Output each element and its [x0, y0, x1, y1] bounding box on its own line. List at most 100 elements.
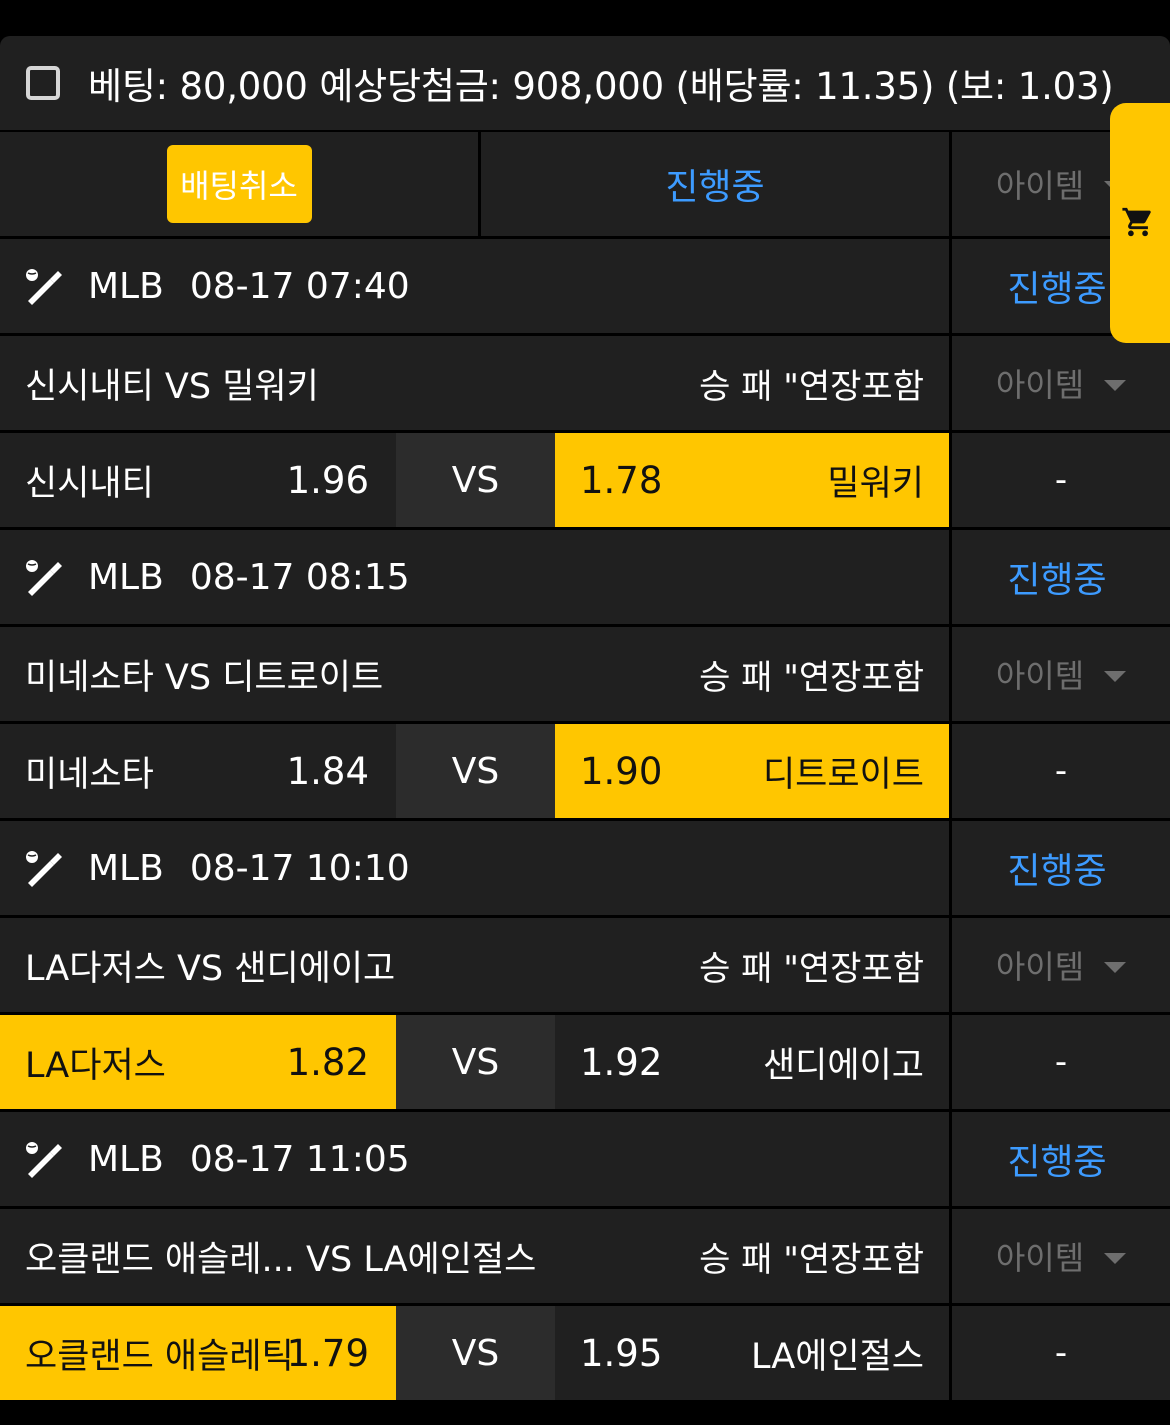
- market-type: 승 패 "연장포함: [699, 366, 924, 407]
- item-select-cell[interactable]: 아이템: [952, 918, 1170, 1012]
- home-odds-value: 1.84: [286, 749, 369, 793]
- item-select-cell[interactable]: 아이템: [952, 1209, 1170, 1303]
- cancel-cell: 배팅취소: [0, 132, 478, 236]
- game-header-row: MLB 08-17 10:10 진행중: [0, 821, 1170, 918]
- vs-label: VS: [396, 1015, 555, 1109]
- item-dropdown[interactable]: 아이템: [995, 360, 1127, 406]
- item-dropdown-label: 아이템: [995, 167, 1085, 205]
- away-team-name: LA에인절스: [750, 1336, 924, 1377]
- market-type: 승 패 "연장포함: [699, 657, 924, 698]
- game-time: 08-17 08:15: [189, 556, 410, 598]
- status-cell: 진행중: [481, 132, 949, 236]
- chevron-down-icon: [1104, 670, 1127, 682]
- game-status-link[interactable]: 진행중: [1007, 1133, 1106, 1185]
- extra-value: -: [1054, 1042, 1068, 1082]
- away-odds-value: 1.95: [580, 1331, 663, 1375]
- match-title: 신시내티 VS 밀워키: [25, 366, 319, 407]
- cart-tab[interactable]: [1110, 103, 1170, 343]
- league-label: MLB: [88, 265, 164, 307]
- item-dropdown[interactable]: 아이템: [995, 942, 1127, 988]
- baseball-bat-icon: [26, 851, 62, 887]
- home-odds-button[interactable]: LA다저스 1.82: [0, 1015, 396, 1109]
- bet-slip-panel: 베팅: 80,000 예상당첨금: 908,000 (배당률: 11.35) (…: [0, 36, 1170, 1400]
- away-odds-value: 1.92: [580, 1040, 663, 1084]
- odds-row: 미네소타 1.84 VS 1.90 디트로이트 -: [0, 724, 1170, 821]
- extra-cell: -: [952, 1015, 1170, 1109]
- extra-cell: -: [952, 724, 1170, 818]
- away-odds-value: 1.78: [580, 458, 663, 502]
- game-status-link[interactable]: 진행중: [1007, 551, 1106, 603]
- home-team-name: LA다저스: [25, 1045, 166, 1086]
- cancel-bet-button[interactable]: 배팅취소: [166, 145, 312, 223]
- item-select-cell[interactable]: 아이템: [952, 336, 1170, 430]
- home-odds-button[interactable]: 신시내티 1.96: [0, 433, 396, 527]
- item-select-cell[interactable]: 아이템: [952, 627, 1170, 721]
- game-status-cell: 진행중: [952, 1112, 1170, 1206]
- vs-label: VS: [396, 724, 555, 818]
- away-odds-button[interactable]: 1.78 밀워키: [555, 433, 949, 527]
- home-team-name: 미네소타: [25, 754, 154, 795]
- vs-label: VS: [396, 433, 555, 527]
- home-odds-button[interactable]: 오클랜드 애슬레틱 1.79: [0, 1306, 396, 1400]
- game-status-link[interactable]: 진행중: [1007, 842, 1106, 894]
- match-title-cell: 오클랜드 애슬레... VS LA에인절스 승 패 "연장포함: [0, 1209, 949, 1303]
- game-header-row: MLB 08-17 11:05 진행중: [0, 1112, 1170, 1209]
- away-team-name: 밀워키: [827, 463, 924, 504]
- extra-value: -: [1054, 460, 1068, 500]
- item-dropdown[interactable]: 아이템: [995, 651, 1127, 697]
- game-info: MLB 08-17 07:40: [0, 239, 949, 333]
- extra-cell: -: [952, 1306, 1170, 1400]
- league-label: MLB: [88, 847, 164, 889]
- odds-row: LA다저스 1.82 VS 1.92 샌디에이고 -: [0, 1015, 1170, 1112]
- match-title: 오클랜드 애슬레... VS LA에인절스: [25, 1239, 537, 1280]
- match-title-cell: 신시내티 VS 밀워키 승 패 "연장포함: [0, 336, 949, 430]
- away-odds-value: 1.90: [580, 749, 663, 793]
- item-dropdown[interactable]: 아이템: [996, 1233, 1127, 1279]
- away-odds-button[interactable]: 1.90 디트로이트: [555, 724, 949, 818]
- vs-label: VS: [396, 1306, 555, 1400]
- market-type: 승 패 "연장포함: [699, 948, 924, 989]
- match-title-cell: 미네소타 VS 디트로이트 승 패 "연장포함: [0, 627, 949, 721]
- game-header-row: MLB 08-17 07:40 진행중: [0, 239, 1170, 336]
- home-odds-value: 1.82: [286, 1040, 369, 1084]
- item-dropdown-label: 아이템: [995, 657, 1085, 695]
- game-time: 08-17 07:40: [189, 265, 410, 307]
- odds-row: 오클랜드 애슬레틱 1.79 VS 1.95 LA에인절스 -: [0, 1306, 1170, 1400]
- home-odds-button[interactable]: 미네소타 1.84: [0, 724, 396, 818]
- cart-icon: [1122, 207, 1151, 237]
- chevron-down-icon: [1104, 379, 1127, 391]
- odds-row: 신시내티 1.96 VS 1.78 밀워키 -: [0, 433, 1170, 530]
- away-odds-button[interactable]: 1.95 LA에인절스: [555, 1306, 949, 1400]
- baseball-bat-icon: [26, 560, 62, 596]
- in-progress-link[interactable]: 진행중: [665, 158, 764, 210]
- game-info: MLB 08-17 10:10: [0, 821, 949, 915]
- extra-value: -: [1054, 1333, 1068, 1373]
- baseball-bat-icon: [26, 1142, 62, 1178]
- away-team-name: 샌디에이고: [762, 1045, 924, 1086]
- bet-summary-text: 베팅: 80,000 예상당첨금: 908,000 (배당률: 11.35) (…: [88, 65, 1114, 108]
- item-dropdown-label: 아이템: [995, 366, 1085, 404]
- bet-toolbar: 배팅취소 진행중 아이템: [0, 132, 1170, 239]
- game-header-row: MLB 08-17 08:15 진행중: [0, 530, 1170, 627]
- select-all-checkbox[interactable]: [26, 66, 60, 100]
- extra-value: -: [1054, 751, 1068, 791]
- match-title: 미네소타 VS 디트로이트: [25, 657, 384, 698]
- away-odds-button[interactable]: 1.92 샌디에이고: [555, 1015, 949, 1109]
- home-team-name: 오클랜드 애슬레틱: [25, 1336, 294, 1377]
- item-dropdown-label: 아이템: [995, 948, 1085, 986]
- market-type: 승 패 "연장포함: [699, 1239, 924, 1280]
- game-status-cell: 진행중: [952, 530, 1170, 624]
- match-title-row: 오클랜드 애슬레... VS LA에인절스 승 패 "연장포함 아이템: [0, 1209, 1170, 1306]
- home-odds-value: 1.79: [286, 1331, 369, 1375]
- home-odds-value: 1.96: [286, 458, 369, 502]
- item-dropdown[interactable]: 아이템: [995, 161, 1127, 207]
- game-status-link[interactable]: 진행중: [1007, 260, 1106, 312]
- match-title: LA다저스 VS 샌디에이고: [25, 948, 396, 989]
- extra-cell: -: [952, 433, 1170, 527]
- game-info: MLB 08-17 11:05: [0, 1112, 949, 1206]
- game-time: 08-17 10:10: [189, 847, 410, 889]
- bet-summary-bar: 베팅: 80,000 예상당첨금: 908,000 (배당률: 11.35) (…: [0, 36, 1170, 132]
- league-label: MLB: [88, 556, 164, 598]
- baseball-bat-icon: [26, 269, 62, 305]
- home-team-name: 신시내티: [25, 463, 154, 504]
